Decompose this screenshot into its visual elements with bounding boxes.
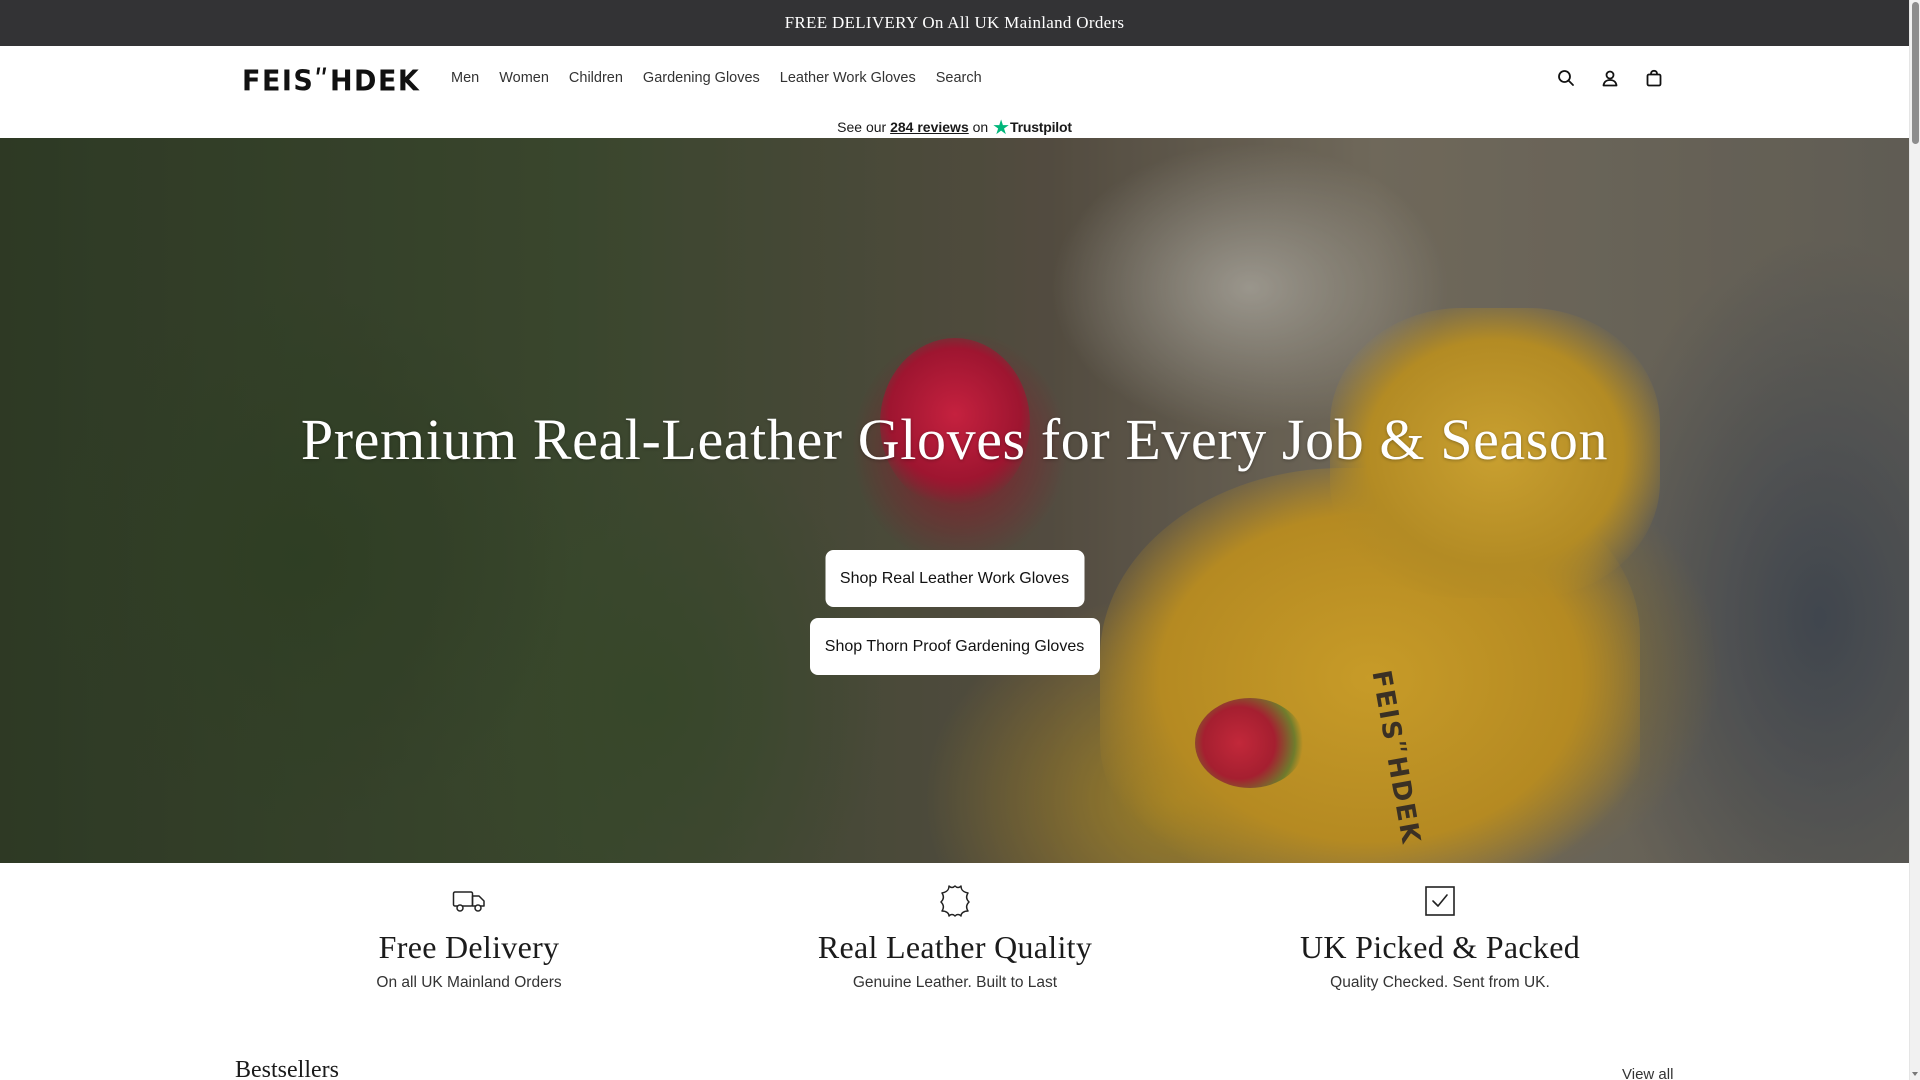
features-strip: Free Delivery On all UK Mainland Orders … [0, 863, 1909, 1013]
nav-item-gardening-gloves[interactable]: Gardening Gloves [643, 70, 760, 86]
hero-banner: FEISʺHDEK Premium Real-Leather Gloves fo… [0, 138, 1909, 863]
nav-item-women[interactable]: Women [499, 70, 549, 86]
feature-subtitle: Genuine Leather. Built to Last [852, 974, 1058, 991]
brand-logo[interactable]: FEISʺHDEK [242, 65, 420, 98]
hero-content: Premium Real-Leather Gloves for Every Jo… [0, 138, 1909, 863]
trustpilot-widget: See our 284 reviews on ★Trustpilot [0, 115, 1909, 140]
nav-item-search[interactable]: Search [936, 70, 982, 86]
shop-thorn-proof-gardening-gloves-button[interactable]: Shop Thorn Proof Gardening Gloves [809, 618, 1100, 675]
header-icons [1556, 68, 1664, 88]
trustpilot-star-icon: ★ [992, 117, 1011, 139]
feature-free-delivery: Free Delivery On all UK Mainland Orders [259, 863, 679, 992]
nav-item-men[interactable]: Men [451, 70, 479, 86]
feature-subtitle: Quality Checked. Sent from UK. [1330, 974, 1550, 991]
scrollbar-thumb[interactable] [1912, 2, 1919, 144]
scroll-down-icon[interactable] [1912, 1072, 1918, 1076]
trustpilot-prefix: See our [837, 119, 887, 135]
bestsellers-heading: Bestsellers [235, 1057, 339, 1080]
trustpilot-middle: on [972, 119, 989, 135]
feature-title: Free Delivery [378, 929, 560, 965]
search-icon[interactable] [1556, 68, 1576, 88]
leather-hide-icon [745, 883, 1165, 919]
feature-title: Real Leather Quality [817, 929, 1093, 965]
delivery-truck-icon [259, 883, 679, 919]
site-header: FEISʺHDEK Men Women Children Gardening G… [0, 46, 1909, 140]
hero-heading: Premium Real-Leather Gloves for Every Jo… [300, 407, 1609, 472]
trustpilot-reviews-link[interactable]: 284 reviews [890, 119, 969, 135]
view-all-link[interactable]: View all [1622, 1066, 1673, 1080]
account-icon[interactable] [1600, 68, 1620, 88]
page-scrollbar[interactable] [1909, 0, 1920, 1080]
cart-icon[interactable] [1644, 68, 1664, 88]
feature-title: UK Picked & Packed [1299, 929, 1580, 965]
feature-uk-picked-packed: UK Picked & Packed Quality Checked. Sent… [1230, 863, 1650, 992]
feature-real-leather: Real Leather Quality Genuine Leather. Bu… [745, 863, 1165, 992]
checkbox-icon [1230, 883, 1650, 919]
feature-subtitle: On all UK Mainland Orders [376, 974, 562, 991]
main-nav: Men Women Children Gardening Gloves Leat… [451, 70, 1002, 86]
nav-item-children[interactable]: Children [569, 70, 623, 86]
nav-item-leather-work-gloves[interactable]: Leather Work Gloves [780, 70, 916, 86]
announcement-text: FREE DELIVERY On All UK Mainland Orders [784, 13, 1125, 32]
trustpilot-brand[interactable]: Trustpilot [1010, 119, 1072, 135]
announcement-bar: FREE DELIVERY On All UK Mainland Orders [0, 0, 1909, 46]
shop-leather-work-gloves-button[interactable]: Shop Real Leather Work Gloves [825, 550, 1084, 607]
